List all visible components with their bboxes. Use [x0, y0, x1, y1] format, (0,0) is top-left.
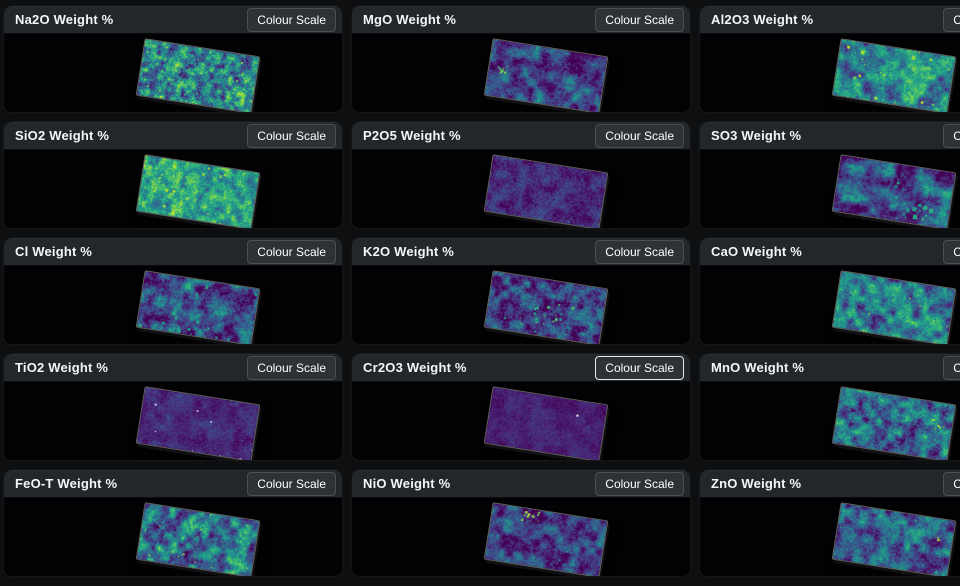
panel-title: Al2O3 Weight %: [711, 12, 813, 27]
sample-map-canvas[interactable]: [136, 154, 261, 228]
map-area: [4, 382, 342, 460]
panel-header: MgO Weight % Colour Scale: [352, 6, 690, 34]
element-map-panel: Cl Weight % Colour Scale: [4, 238, 342, 344]
element-map-panel: Cr2O3 Weight % Colour Scale: [352, 354, 690, 460]
sample-map-canvas[interactable]: [136, 38, 261, 112]
map-area: [4, 498, 342, 576]
sample-map-canvas[interactable]: [136, 502, 261, 576]
panel-title: CaO Weight %: [711, 244, 802, 259]
element-map-panel: K2O Weight % Colour Scale: [352, 238, 690, 344]
map-area: [700, 382, 960, 460]
map-area: [352, 150, 690, 228]
panel-header: ZnO Weight % Colour Scale: [700, 470, 960, 498]
sample-map-canvas[interactable]: [832, 38, 957, 112]
map-area: [4, 150, 342, 228]
panel-title: FeO-T Weight %: [15, 476, 117, 491]
panel-header: Na2O Weight % Colour Scale: [4, 6, 342, 34]
panel-title: P2O5 Weight %: [363, 128, 461, 143]
sample-map-canvas[interactable]: [484, 38, 609, 112]
sample-map-canvas[interactable]: [832, 386, 957, 460]
map-area: [4, 266, 342, 344]
panel-title: SO3 Weight %: [711, 128, 801, 143]
panel-title: ZnO Weight %: [711, 476, 801, 491]
colour-scale-button[interactable]: Colour Scale: [943, 8, 960, 32]
element-map-panel: ZnO Weight % Colour Scale: [700, 470, 960, 576]
element-map-panel: SiO2 Weight % Colour Scale: [4, 122, 342, 228]
sample-map-canvas[interactable]: [484, 154, 609, 228]
sample-map-canvas[interactable]: [136, 270, 261, 344]
panel-header: Cl Weight % Colour Scale: [4, 238, 342, 266]
map-area: [700, 150, 960, 228]
sample-map-canvas[interactable]: [832, 270, 957, 344]
sample-map-canvas[interactable]: [484, 270, 609, 344]
panel-header: SO3 Weight % Colour Scale: [700, 122, 960, 150]
element-map-panel: CaO Weight % Colour Scale: [700, 238, 960, 344]
panel-header: SiO2 Weight % Colour Scale: [4, 122, 342, 150]
sample-map-canvas[interactable]: [484, 502, 609, 576]
sample-map-canvas[interactable]: [484, 386, 609, 460]
element-map-panel: NiO Weight % Colour Scale: [352, 470, 690, 576]
panel-header: TiO2 Weight % Colour Scale: [4, 354, 342, 382]
map-area: [700, 34, 960, 112]
colour-scale-button[interactable]: Colour Scale: [247, 124, 336, 148]
panel-header: MnO Weight % Colour Scale: [700, 354, 960, 382]
panel-header: CaO Weight % Colour Scale: [700, 238, 960, 266]
panel-header: P2O5 Weight % Colour Scale: [352, 122, 690, 150]
element-map-panel: Na2O Weight % Colour Scale: [4, 6, 342, 112]
colour-scale-button[interactable]: Colour Scale: [595, 8, 684, 32]
map-area: [4, 34, 342, 112]
colour-scale-button[interactable]: Colour Scale: [943, 240, 960, 264]
colour-scale-button[interactable]: Colour Scale: [595, 472, 684, 496]
element-map-panel: P2O5 Weight % Colour Scale: [352, 122, 690, 228]
panel-title: SiO2 Weight %: [15, 128, 109, 143]
panel-title: K2O Weight %: [363, 244, 454, 259]
element-map-panel: MnO Weight % Colour Scale: [700, 354, 960, 460]
panel-title: Cr2O3 Weight %: [363, 360, 467, 375]
colour-scale-button[interactable]: Colour Scale: [247, 8, 336, 32]
colour-scale-button[interactable]: Colour Scale: [247, 472, 336, 496]
colour-scale-button[interactable]: Colour Scale: [943, 472, 960, 496]
panel-title: TiO2 Weight %: [15, 360, 108, 375]
element-maps-grid: Na2O Weight % Colour Scale MgO Weight % …: [4, 6, 960, 576]
panel-header: Cr2O3 Weight % Colour Scale: [352, 354, 690, 382]
sample-map-canvas[interactable]: [832, 502, 957, 576]
map-area: [700, 266, 960, 344]
map-area: [352, 498, 690, 576]
panel-header: FeO-T Weight % Colour Scale: [4, 470, 342, 498]
panel-header: K2O Weight % Colour Scale: [352, 238, 690, 266]
panel-title: NiO Weight %: [363, 476, 450, 491]
colour-scale-button[interactable]: Colour Scale: [943, 356, 960, 380]
element-map-panel: Al2O3 Weight % Colour Scale: [700, 6, 960, 112]
element-map-panel: FeO-T Weight % Colour Scale: [4, 470, 342, 576]
colour-scale-button[interactable]: Colour Scale: [247, 356, 336, 380]
map-area: [352, 34, 690, 112]
colour-scale-button[interactable]: Colour Scale: [595, 240, 684, 264]
colour-scale-button[interactable]: Colour Scale: [943, 124, 960, 148]
element-map-panel: MgO Weight % Colour Scale: [352, 6, 690, 112]
panel-title: MnO Weight %: [711, 360, 804, 375]
panel-title: Na2O Weight %: [15, 12, 113, 27]
element-map-panel: TiO2 Weight % Colour Scale: [4, 354, 342, 460]
colour-scale-button[interactable]: Colour Scale: [595, 124, 684, 148]
colour-scale-button[interactable]: Colour Scale: [595, 356, 684, 380]
panel-header: NiO Weight % Colour Scale: [352, 470, 690, 498]
panel-title: Cl Weight %: [15, 244, 92, 259]
map-area: [352, 382, 690, 460]
map-area: [352, 266, 690, 344]
panel-title: MgO Weight %: [363, 12, 456, 27]
map-area: [700, 498, 960, 576]
sample-map-canvas[interactable]: [136, 386, 261, 460]
panel-header: Al2O3 Weight % Colour Scale: [700, 6, 960, 34]
element-map-panel: SO3 Weight % Colour Scale: [700, 122, 960, 228]
sample-map-canvas[interactable]: [832, 154, 957, 228]
colour-scale-button[interactable]: Colour Scale: [247, 240, 336, 264]
